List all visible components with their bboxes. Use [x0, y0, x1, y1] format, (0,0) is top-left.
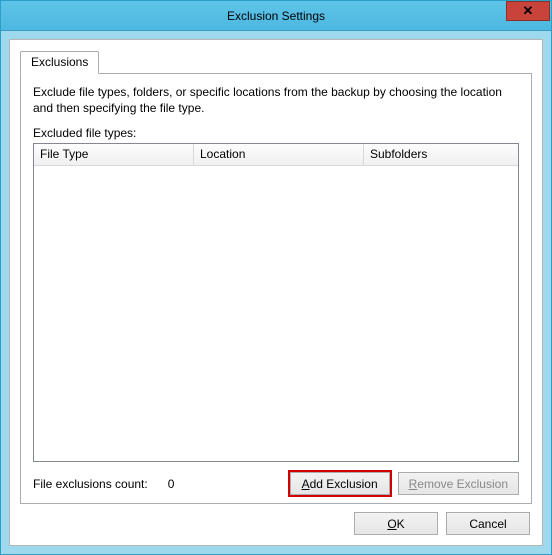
- close-button[interactable]: ✕: [506, 1, 550, 21]
- tab-panel: Exclude file types, folders, or specific…: [20, 73, 532, 504]
- description-text: Exclude file types, folders, or specific…: [33, 84, 519, 116]
- list-body: [34, 166, 518, 461]
- count-value: 0: [168, 477, 175, 491]
- titlebar: Exclusion Settings ✕: [1, 1, 551, 31]
- window-title: Exclusion Settings: [227, 9, 325, 23]
- column-header-location[interactable]: Location: [194, 144, 364, 165]
- count-row: File exclusions count: 0 Add Exclusion R…: [33, 472, 519, 495]
- column-header-filetype[interactable]: File Type: [34, 144, 194, 165]
- list-header: File Type Location Subfolders: [34, 144, 518, 166]
- count-label: File exclusions count:: [33, 477, 148, 491]
- tab-exclusions[interactable]: Exclusions: [20, 51, 99, 74]
- close-icon: ✕: [523, 4, 534, 17]
- remove-exclusion-button[interactable]: Remove Exclusion: [398, 472, 519, 495]
- exclusion-settings-window: Exclusion Settings ✕ Exclusions Exclude …: [0, 0, 552, 555]
- ok-button[interactable]: OK: [354, 512, 438, 535]
- inner-panel: Exclusions Exclude file types, folders, …: [9, 39, 543, 546]
- add-exclusion-button[interactable]: Add Exclusion: [290, 472, 390, 495]
- column-header-subfolders[interactable]: Subfolders: [364, 144, 518, 165]
- client-area: Exclusions Exclude file types, folders, …: [1, 31, 551, 554]
- dialog-footer: OK Cancel: [20, 504, 532, 537]
- cancel-button[interactable]: Cancel: [446, 512, 530, 535]
- list-label: Excluded file types:: [33, 126, 519, 140]
- tab-strip: Exclusions: [20, 51, 532, 74]
- excluded-types-list[interactable]: File Type Location Subfolders: [33, 143, 519, 462]
